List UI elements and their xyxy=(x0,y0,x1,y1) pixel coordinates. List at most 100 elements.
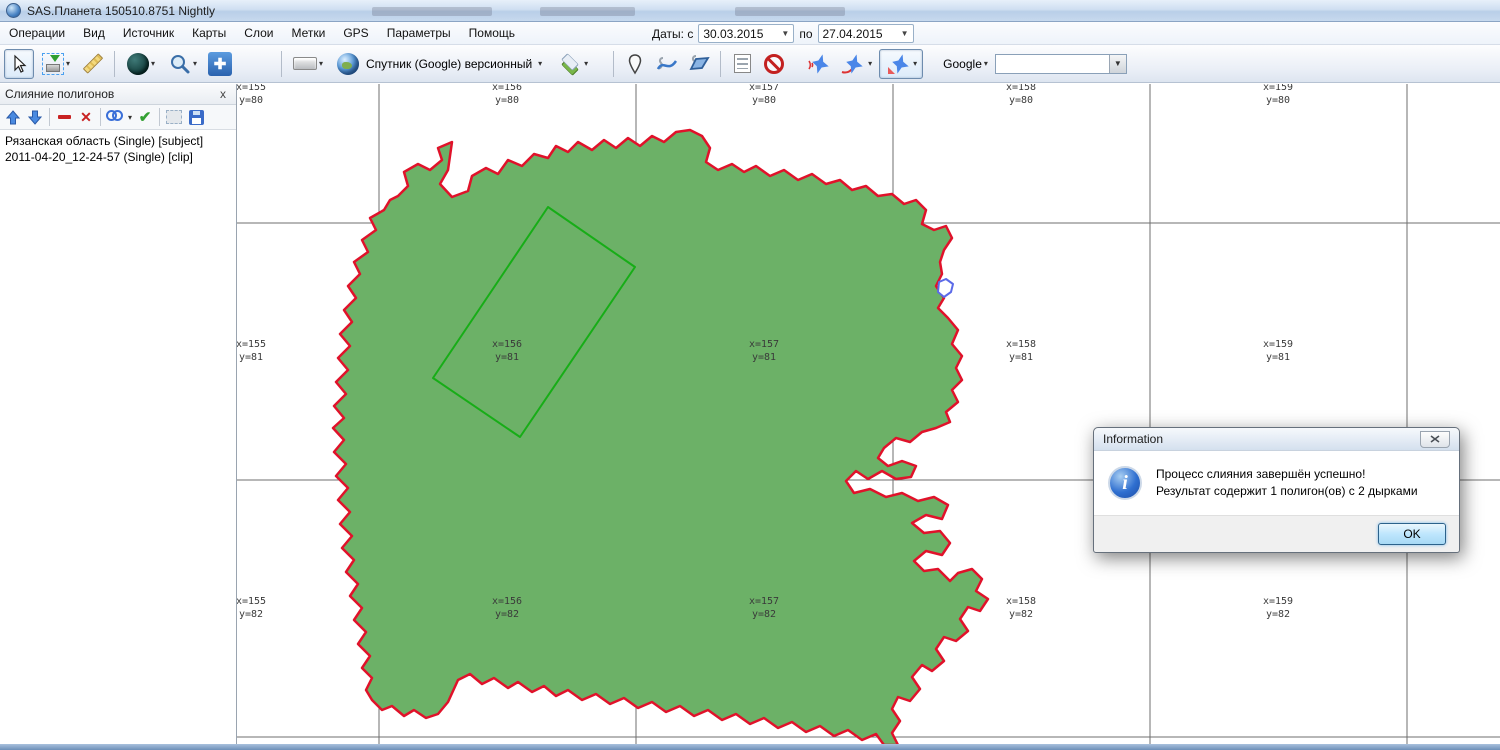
search-dropdown-button[interactable]: ▼ xyxy=(1109,55,1126,73)
tile-grid-label: x=155 y=80 xyxy=(237,84,266,107)
magnifier-icon xyxy=(169,53,191,75)
tile-grid-label: x=159 y=80 xyxy=(1263,84,1293,107)
search-zoom-button[interactable]: ▾ xyxy=(163,49,203,79)
selection-area-icon xyxy=(166,110,182,124)
dialog-message-line2: Результат содержит 1 полигон(ов) с 2 дыр… xyxy=(1156,484,1418,498)
apply-merge-button[interactable]: ✔ xyxy=(134,107,156,128)
clip-rectangle-polygon xyxy=(433,207,635,437)
map-canvas[interactable]: x=155 y=80 x=156 y=80 x=157 y=80 x=158 y=80… xyxy=(237,84,1500,744)
tile-grid-label: x=157 y=80 xyxy=(749,84,779,107)
placemark-icon xyxy=(625,53,645,75)
fullscreen-button[interactable]: ✚ xyxy=(205,49,235,79)
date-to-combobox[interactable]: 27.04.2015 ▼ xyxy=(818,24,914,43)
date-from-value: 30.03.2015 xyxy=(703,27,763,41)
save-result-button[interactable] xyxy=(185,107,207,128)
remove-item-button[interactable] xyxy=(53,107,75,128)
small-lake-polygon xyxy=(938,279,953,297)
chevron-down-icon: ▼ xyxy=(781,29,789,38)
zoom-region-button[interactable]: ▾ xyxy=(121,49,161,79)
title-bar: SAS.Планета 150510.8751 Nightly xyxy=(0,0,1500,22)
cache-mode-button[interactable]: ▾ xyxy=(288,49,328,79)
gps-connect-button[interactable] xyxy=(803,49,833,79)
layers-icon xyxy=(558,53,582,75)
dialog-title-bar[interactable]: Information xyxy=(1094,428,1459,451)
search-provider-selector[interactable]: Google ▾ xyxy=(937,49,994,79)
background-window-ghost xyxy=(735,7,845,16)
merge-operation-button[interactable]: ▾ xyxy=(104,107,134,128)
menu-item-6[interactable]: Метки xyxy=(282,23,334,43)
add-polygon-button[interactable] xyxy=(684,49,714,79)
menu-item-4[interactable]: Карты xyxy=(183,23,235,43)
tile-grid-label: x=158 y=80 xyxy=(1006,84,1036,107)
menu-item-7[interactable]: GPS xyxy=(334,23,377,43)
chevron-down-icon: ▾ xyxy=(584,59,588,68)
close-icon xyxy=(1430,435,1440,443)
path-icon xyxy=(655,53,679,75)
tile-grid-label: x=159 y=82 xyxy=(1263,595,1293,621)
save-floppy-icon xyxy=(189,110,204,125)
menu-item-3[interactable]: Источник xyxy=(114,23,183,43)
no-sign-icon xyxy=(764,54,784,74)
search-combobox[interactable]: ▼ xyxy=(995,54,1127,74)
tile-grid-label: x=156 y=80 xyxy=(492,84,522,107)
move-up-button[interactable] xyxy=(2,107,24,128)
dialog-footer: OK xyxy=(1094,515,1459,552)
gps-position-button[interactable]: ▾ xyxy=(879,49,923,79)
dialog-message: Процесс слияния завершён успешно! Резуль… xyxy=(1156,466,1418,500)
menu-item-8[interactable]: Параметры xyxy=(378,23,460,43)
clear-list-button[interactable]: ✕ xyxy=(75,107,97,128)
placemark-list-icon xyxy=(734,54,751,73)
move-down-button[interactable] xyxy=(24,107,46,128)
window-title: SAS.Планета 150510.8751 Nightly xyxy=(27,4,215,18)
list-item[interactable]: Рязанская область (Single) [subject] xyxy=(5,133,231,149)
placemark-manager-button[interactable] xyxy=(727,49,757,79)
select-region-button[interactable] xyxy=(163,107,185,128)
check-icon: ✔ xyxy=(139,108,152,126)
selection-download-button[interactable]: ▾ xyxy=(36,49,76,79)
minus-icon xyxy=(58,115,71,119)
selection-area-icon xyxy=(42,53,64,75)
gps-satellite-icon xyxy=(885,52,911,76)
map-source-selector[interactable]: Спутник (Google) версионный ▾ xyxy=(330,49,549,79)
map-source-label: Спутник (Google) версионный xyxy=(366,57,532,71)
tile-grid-label: x=157 y=81 xyxy=(749,338,779,364)
menu-item-1[interactable]: Операции xyxy=(0,23,74,43)
search-input[interactable] xyxy=(996,55,1109,73)
menu-item-9[interactable]: Помощь xyxy=(460,23,524,43)
cursor-icon xyxy=(9,54,29,74)
close-icon[interactable]: x xyxy=(215,87,231,101)
pan-cursor-button[interactable] xyxy=(4,49,34,79)
menu-item-2[interactable]: Вид xyxy=(74,23,114,43)
arrow-up-icon xyxy=(6,110,20,125)
dates-to-label: по xyxy=(799,27,812,41)
arrow-down-icon xyxy=(28,110,42,125)
list-item[interactable]: 2011-04-20_12-24-57 (Single) [clip] xyxy=(5,149,231,165)
toolbar-separator xyxy=(100,108,101,126)
dark-globe-icon xyxy=(127,53,149,75)
hide-placemarks-button[interactable] xyxy=(759,49,789,79)
chevron-down-icon: ▾ xyxy=(151,59,155,68)
toolbar-separator xyxy=(720,51,721,77)
chevron-down-icon: ▾ xyxy=(984,59,988,68)
add-placemark-button[interactable] xyxy=(620,49,650,79)
region-polygon xyxy=(333,130,988,744)
layers-selector-button[interactable]: ▾ xyxy=(551,49,595,79)
ruler-button[interactable] xyxy=(78,49,108,79)
tile-grid-label: x=156 y=81 xyxy=(492,338,522,364)
toolbar-separator xyxy=(114,51,115,77)
gps-track-button[interactable]: ▾ xyxy=(835,49,877,79)
add-path-button[interactable] xyxy=(652,49,682,79)
menu-item-5[interactable]: Слои xyxy=(235,23,282,43)
chevron-down-icon: ▼ xyxy=(901,29,909,38)
tile-grid-label: x=159 y=81 xyxy=(1263,338,1293,364)
tile-grid-label: x=155 y=81 xyxy=(237,338,266,364)
ok-button[interactable]: OK xyxy=(1378,523,1446,545)
fullscreen-icon: ✚ xyxy=(208,52,232,76)
window-bottom-border xyxy=(0,744,1500,750)
dialog-close-button[interactable] xyxy=(1420,431,1450,448)
map-overlay xyxy=(237,84,1500,744)
gps-satellite-icon xyxy=(805,52,831,76)
tile-grid-label: x=156 y=82 xyxy=(492,595,522,621)
app-window: SAS.Планета 150510.8751 Nightly Операции… xyxy=(0,0,1500,750)
date-from-combobox[interactable]: 30.03.2015 ▼ xyxy=(698,24,794,43)
